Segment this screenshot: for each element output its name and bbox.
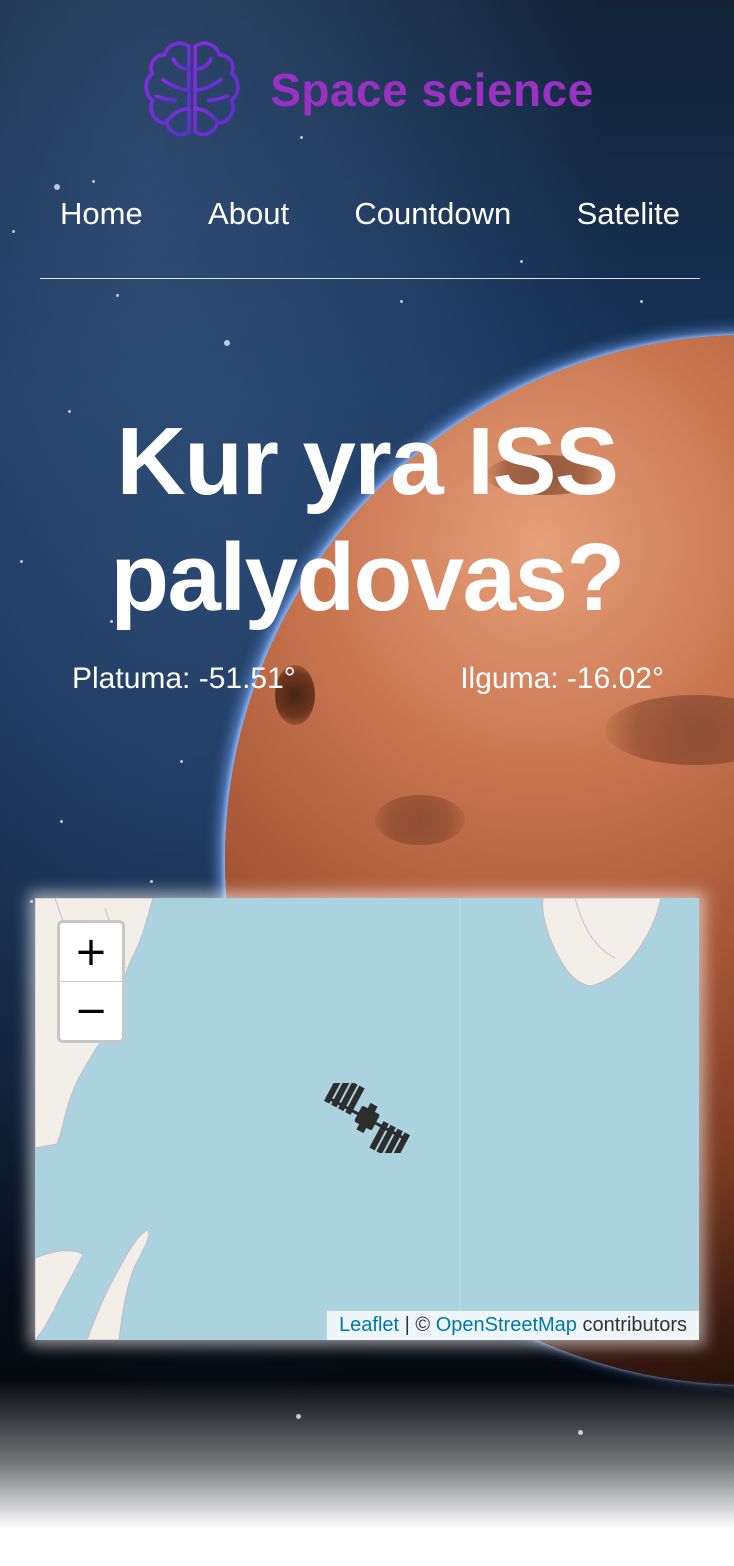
zoom-in-button[interactable]: + xyxy=(60,923,122,981)
iss-satellite-icon[interactable] xyxy=(317,1083,417,1153)
brand[interactable]: Space science xyxy=(0,38,734,142)
leaflet-link[interactable]: Leaflet xyxy=(339,1314,399,1336)
brand-title: Space science xyxy=(270,64,594,116)
brain-icon xyxy=(144,41,240,137)
longitude-readout: Ilguma: -16.02° xyxy=(460,662,664,695)
page-title: Kur yra ISS palydovas? xyxy=(110,408,625,631)
openstreetmap-link[interactable]: OpenStreetMap xyxy=(436,1314,577,1336)
zoom-out-button[interactable]: − xyxy=(60,981,122,1040)
nav-item-home[interactable]: Home xyxy=(60,196,143,232)
bottom-fade xyxy=(0,1380,734,1566)
main-nav: Home About Countdown Satelite xyxy=(40,196,700,232)
nav-item-countdown[interactable]: Countdown xyxy=(354,196,511,232)
attribution-separator: | © xyxy=(399,1314,436,1336)
nav-divider xyxy=(40,278,700,279)
attribution-contributors: contributors xyxy=(576,1314,687,1336)
latitude-readout: Platuma: -51.51° xyxy=(72,662,296,695)
map-attribution: Leaflet | © OpenStreetMap contributors xyxy=(327,1311,699,1340)
nav-item-about[interactable]: About xyxy=(208,196,289,232)
nav-item-satelite[interactable]: Satelite xyxy=(577,196,680,232)
iss-coordinates: Platuma: -51.51° Ilguma: -16.02° xyxy=(72,662,664,696)
iss-map[interactable]: + − Leaflet | © OpenStreetMap contributo… xyxy=(35,898,699,1340)
zoom-control: + − xyxy=(57,920,125,1043)
